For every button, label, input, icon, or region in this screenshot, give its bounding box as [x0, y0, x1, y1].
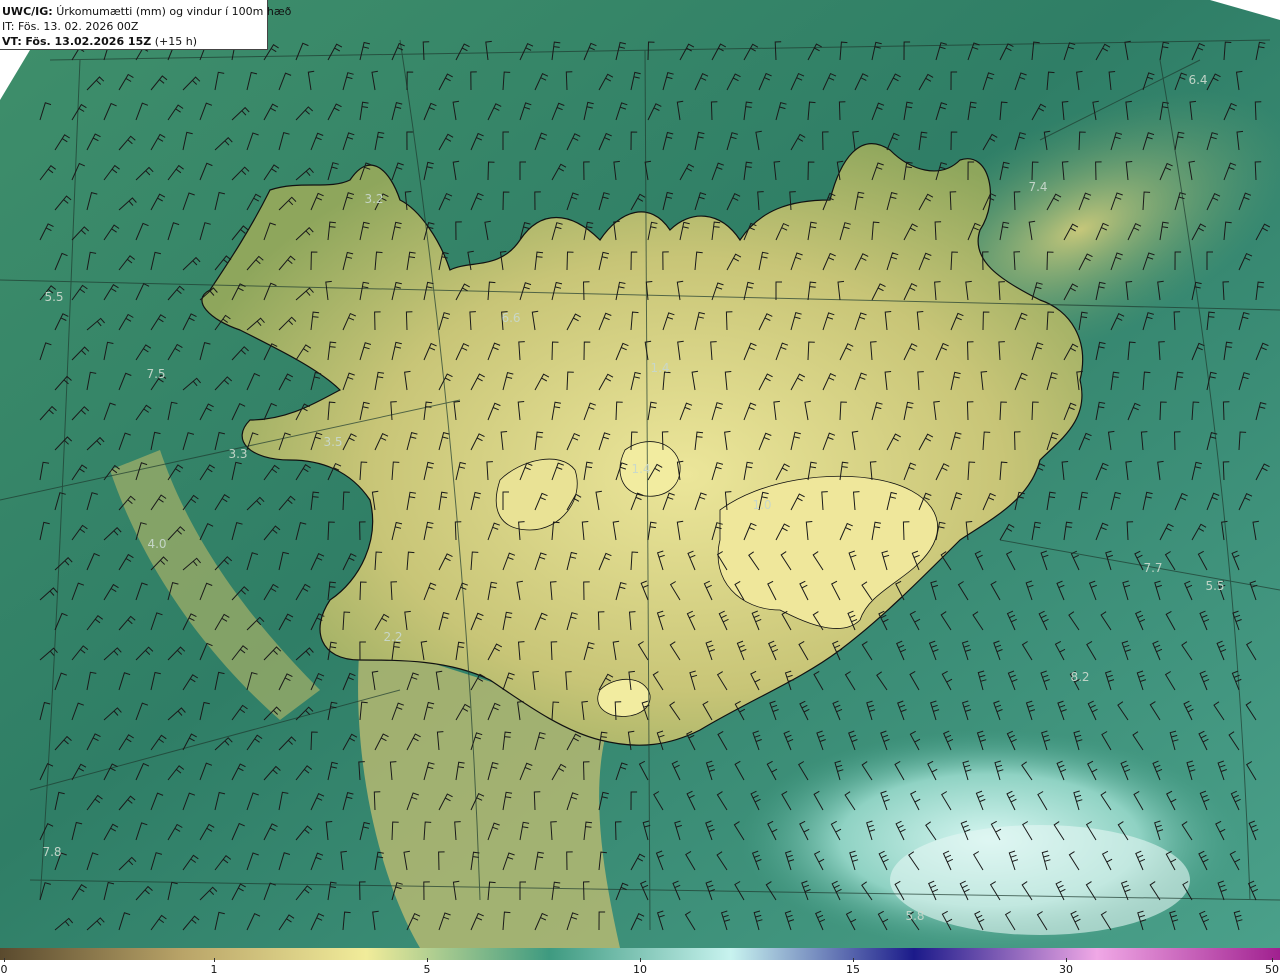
value-label: 2.2	[383, 630, 403, 644]
lead-time: (+15 h)	[154, 35, 197, 48]
value-label: 7.5	[146, 367, 166, 381]
value-label: 3.3	[228, 447, 248, 461]
colorbar-tick-label: 50	[1265, 963, 1279, 976]
colorbar-tick-mark	[214, 958, 215, 962]
value-label: 3.5	[323, 435, 343, 449]
colorbar-tick-label: 10	[633, 963, 647, 976]
value-label: 1.0	[752, 498, 772, 512]
value-label: 7.8	[42, 845, 62, 859]
colorbar-tick-label: 1	[210, 963, 218, 976]
value-label: 7.7	[1143, 561, 1163, 575]
colorbar-tick-label: 30	[1059, 963, 1073, 976]
it-prefix: IT:	[2, 20, 15, 33]
value-label: 7.4	[1028, 180, 1048, 194]
value-label: 1.4	[650, 361, 670, 375]
initial-time-line: IT: Fös. 13. 02. 2026 00Z	[2, 19, 267, 34]
value-label: 8.2	[1070, 670, 1090, 684]
value-label: 1.4	[631, 462, 651, 476]
value-label: 5.5	[44, 290, 64, 304]
colorbar-tick-mark	[427, 958, 428, 962]
colorbar-tick-mark	[640, 958, 641, 962]
vt-value: Fös. 13.02.2026 15Z	[25, 35, 152, 48]
colorbar-tick-label: 0	[0, 963, 8, 976]
colorbar-tick-mark	[1272, 958, 1273, 962]
colorbar-tick-mark	[1066, 958, 1067, 962]
product-code: UWC/IG:	[2, 5, 53, 18]
value-label: 5.8	[905, 909, 925, 923]
title-line: UWC/IG: Úrkomumætti (mm) og vindur í 100…	[2, 4, 291, 19]
vt-prefix: VT:	[2, 35, 22, 48]
value-label: 5.5	[1205, 579, 1225, 593]
colorbar-tick-label: 5	[423, 963, 431, 976]
colorbar-tick-mark	[4, 958, 5, 962]
map-info-box: UWC/IG: Úrkomumætti (mm) og vindur í 100…	[0, 0, 291, 50]
colorbar-tick-label: 15	[846, 963, 860, 976]
value-label: 3.2	[364, 192, 384, 206]
valid-time-line: VT: Fös. 13.02.2026 15Z (+15 h)	[2, 34, 267, 49]
value-label: 6.6	[501, 311, 521, 325]
value-label: 6.4	[1188, 73, 1208, 87]
value-label: 4.0	[147, 537, 167, 551]
map-title: Úrkomumætti (mm) og vindur í 100m hæð	[56, 5, 292, 18]
it-value: Fös. 13. 02. 2026 00Z	[17, 20, 139, 33]
colorbar-tick-mark	[853, 958, 854, 962]
